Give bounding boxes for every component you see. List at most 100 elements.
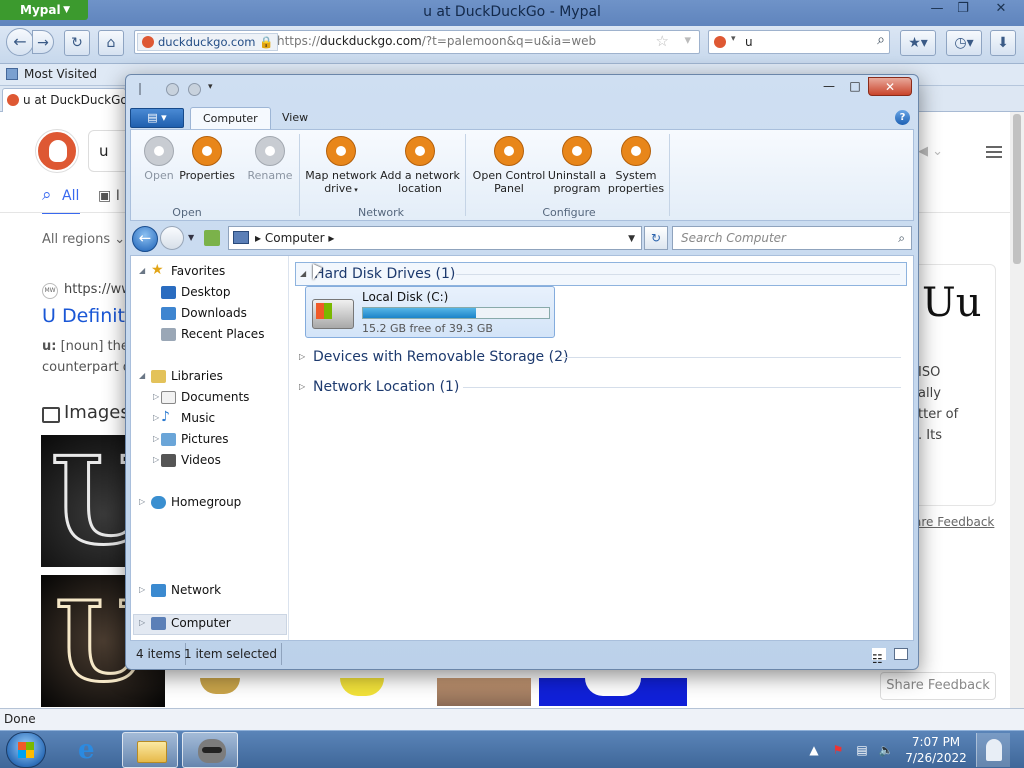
- up-folder-icon[interactable]: [204, 230, 220, 246]
- refresh-button[interactable]: ↻: [644, 226, 668, 250]
- close-button[interactable]: ✕: [990, 0, 1012, 18]
- rename-button[interactable]: Rename: [247, 136, 293, 182]
- settings-icon[interactable]: ◀ ⌄: [918, 144, 943, 159]
- quick-access-properties-icon[interactable]: [166, 83, 179, 96]
- result-title-link[interactable]: U Definiti: [42, 305, 130, 327]
- scrollbar-thumb[interactable]: [1013, 114, 1021, 264]
- url-bar[interactable]: duckduckgo.com 🔒 https://duckduckgo.com/…: [134, 30, 700, 54]
- explorer-maximize-button[interactable]: □: [842, 77, 868, 96]
- nav-desktop[interactable]: Desktop: [161, 285, 231, 299]
- most-visited-label: Most Visited: [24, 67, 98, 81]
- add-network-location-button[interactable]: Add a network location: [379, 136, 461, 195]
- tab-duckduckgo[interactable]: u at DuckDuckGo: [2, 88, 126, 112]
- nav-pictures[interactable]: ▷ Pictures: [153, 432, 229, 446]
- image-thumbnail[interactable]: [539, 678, 687, 706]
- kp-feedback-link[interactable]: are Feedback: [914, 515, 994, 529]
- collapse-arrow-icon: ▷: [153, 413, 160, 422]
- search-bar[interactable]: ▾ u ⌕: [708, 30, 890, 54]
- nav-documents[interactable]: ▷ Documents: [153, 390, 249, 404]
- images-heading[interactable]: Images: [42, 402, 130, 423]
- uninstall-program-label-2: program: [553, 182, 601, 195]
- explorer-close-button[interactable]: ✕: [868, 77, 912, 96]
- url-dropdown-icon[interactable]: ▾: [684, 33, 691, 48]
- clock[interactable]: 7:07 PM 7/26/2022: [904, 734, 968, 766]
- image-thumbnail[interactable]: [437, 678, 531, 706]
- bookmarks-menu-button[interactable]: ★▾: [900, 30, 936, 56]
- map-network-drive-button[interactable]: Map network drive ▾: [303, 136, 379, 197]
- show-hidden-icons-icon[interactable]: ▲: [806, 742, 822, 758]
- explorer-back-button[interactable]: ←: [132, 226, 158, 252]
- search-engine-icon[interactable]: [714, 36, 726, 48]
- region-selector[interactable]: All regions ⌄: [42, 232, 125, 247]
- site-identity-button[interactable]: duckduckgo.com 🔒: [137, 33, 279, 51]
- collapse-arrow-icon: ▷: [153, 392, 160, 401]
- tab-view[interactable]: View: [270, 107, 320, 129]
- group-removable-storage[interactable]: ▷ Devices with Removable Storage (2): [295, 346, 907, 370]
- volume-icon[interactable]: 🔈: [878, 742, 894, 758]
- breadcrumb[interactable]: ▸ Computer ▸: [255, 227, 334, 249]
- nav-recent-places[interactable]: Recent Places: [161, 327, 264, 341]
- status-text: Done: [4, 712, 36, 726]
- tab-all[interactable]: All: [42, 185, 81, 214]
- taskbar-internet-explorer[interactable]: e: [62, 732, 118, 768]
- home-button[interactable]: ⌂: [98, 30, 124, 56]
- nav-homegroup[interactable]: ▷ Homegroup: [139, 495, 241, 509]
- share-feedback-button[interactable]: Share Feedback: [880, 672, 996, 700]
- rename-label: Rename: [247, 169, 293, 182]
- properties-button[interactable]: Properties: [179, 136, 235, 182]
- most-visited-bookmark[interactable]: Most Visited: [6, 67, 97, 81]
- start-button[interactable]: [6, 732, 46, 768]
- network-icon[interactable]: ▤: [854, 742, 870, 758]
- open-button[interactable]: Open: [141, 136, 177, 182]
- explorer-forward-button[interactable]: [160, 226, 184, 250]
- open-control-panel-button[interactable]: Open Control Panel: [471, 136, 547, 195]
- duckduckgo-logo[interactable]: [36, 130, 78, 172]
- map-network-drive-icon: [326, 136, 356, 166]
- tab-images[interactable]: ▣ I: [98, 188, 120, 204]
- group-hard-disk-drives[interactable]: ◢ Hard Disk Drives (1): [295, 262, 907, 286]
- large-icons-view-icon[interactable]: [894, 648, 908, 660]
- maximize-button[interactable]: ❐: [952, 0, 974, 18]
- recent-locations-icon[interactable]: ▼: [188, 233, 194, 242]
- help-icon[interactable]: ?: [895, 110, 910, 125]
- nav-libraries[interactable]: ◢ Libraries: [139, 369, 223, 383]
- nav-videos[interactable]: ▷ Videos: [153, 453, 221, 467]
- reload-button[interactable]: ↻: [64, 30, 90, 56]
- nav-favorites[interactable]: ◢ ★ Favorites: [139, 262, 225, 278]
- details-view-icon[interactable]: ☷: [872, 648, 886, 666]
- file-menu-button[interactable]: ▤ ▾: [130, 108, 184, 128]
- history-button[interactable]: ◷▾: [946, 30, 982, 56]
- back-button[interactable]: ←: [6, 28, 34, 56]
- nav-music[interactable]: ▷ ♪ Music: [153, 409, 215, 425]
- action-center-icon[interactable]: ⚑: [830, 742, 846, 758]
- uninstall-program-label-1: Uninstall a: [547, 169, 607, 182]
- explorer-search-input[interactable]: Search Computer ⌕: [672, 226, 912, 250]
- bookmark-star-icon[interactable]: ☆: [656, 32, 669, 50]
- page-scrollbar[interactable]: [1010, 112, 1024, 708]
- address-bar[interactable]: ▸ Computer ▸ ▼: [228, 226, 642, 250]
- taskbar-windows-explorer[interactable]: [122, 732, 178, 768]
- uninstall-program-button[interactable]: Uninstall a program: [547, 136, 607, 195]
- search-icon[interactable]: ⌕: [877, 32, 885, 48]
- downloads-button[interactable]: ⬇: [990, 30, 1016, 56]
- explorer-minimize-button[interactable]: —: [816, 77, 842, 96]
- taskbar-mypal[interactable]: [182, 732, 238, 768]
- nav-network[interactable]: ▷ Network: [139, 583, 221, 597]
- image-thumbnail[interactable]: [300, 678, 420, 706]
- nav-downloads[interactable]: Downloads: [161, 306, 247, 320]
- local-disk-c[interactable]: Local Disk (C:) 15.2 GB free of 39.3 GB: [305, 286, 555, 338]
- minimize-button[interactable]: —: [926, 0, 948, 18]
- quick-access-new-folder-icon[interactable]: [188, 83, 201, 96]
- nav-computer[interactable]: ▷ Computer: [139, 616, 231, 630]
- group-network-location[interactable]: ▷ Network Location (1): [295, 376, 907, 400]
- menu-icon[interactable]: [986, 146, 1002, 158]
- image-thumbnail[interactable]: [168, 678, 268, 706]
- quick-access-dropdown-icon[interactable]: ▾: [208, 82, 213, 92]
- system-properties-button[interactable]: System properties: [607, 136, 665, 195]
- show-desktop-button[interactable]: [976, 733, 1010, 767]
- result-url[interactable]: MW https://ww: [42, 282, 132, 299]
- url-path: /?t=palemoon&q=u&ia=web: [421, 34, 597, 48]
- explorer-titlebar[interactable]: ▾ — □ ✕: [126, 75, 918, 101]
- tab-computer[interactable]: Computer: [190, 107, 271, 129]
- address-dropdown-icon[interactable]: ▼: [628, 228, 635, 250]
